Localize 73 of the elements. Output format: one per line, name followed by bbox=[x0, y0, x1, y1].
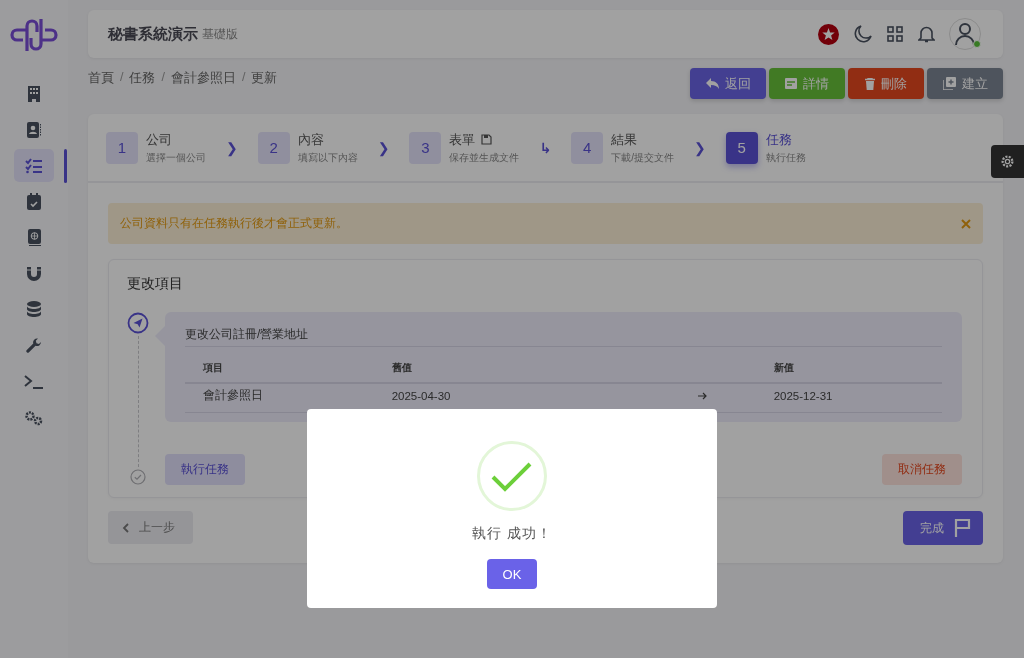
settings-button[interactable] bbox=[991, 145, 1024, 178]
edition-label: 基礎版 bbox=[202, 25, 238, 43]
ok-button[interactable]: OK bbox=[487, 559, 537, 589]
send-icon bbox=[127, 312, 149, 334]
calendar-check-icon bbox=[26, 193, 42, 210]
arrow-right-icon bbox=[697, 391, 708, 400]
magnet-icon bbox=[26, 265, 42, 282]
database-icon bbox=[26, 301, 42, 318]
logo-icon bbox=[10, 18, 58, 52]
sidebar-item[interactable] bbox=[14, 149, 54, 182]
breadcrumb-item[interactable]: 任務 bbox=[129, 70, 156, 87]
details-button[interactable]: 詳情 bbox=[769, 68, 845, 99]
success-check-icon bbox=[477, 441, 547, 511]
change-title: 更改公司註冊/營業地址 bbox=[185, 320, 942, 347]
create-button[interactable]: 建立 bbox=[927, 68, 1003, 99]
active-indicator bbox=[64, 149, 67, 183]
step-connector: ❯ bbox=[377, 139, 390, 156]
trash-icon bbox=[865, 77, 875, 90]
column-header: 新值 bbox=[755, 359, 942, 383]
save-icon bbox=[481, 134, 493, 145]
cancel-task-button[interactable]: 取消任務 bbox=[882, 454, 962, 485]
breadcrumb-separator: / bbox=[241, 70, 246, 86]
alert-text: 公司資料只有在任務執行後才會正式更新。 bbox=[120, 216, 348, 231]
delete-button[interactable]: 刪除 bbox=[848, 68, 924, 99]
passport-icon bbox=[26, 229, 42, 246]
add-copy-icon bbox=[942, 77, 956, 90]
document-icon bbox=[785, 78, 797, 89]
step-number[interactable]: 1 bbox=[106, 131, 138, 164]
breadcrumb-item[interactable]: 會計參照日 bbox=[170, 70, 236, 87]
step-title: 內容 bbox=[297, 130, 324, 149]
app-title: 秘書系統演示 bbox=[108, 24, 198, 44]
checklist-icon bbox=[25, 157, 43, 174]
wrench-icon bbox=[26, 337, 42, 354]
flag-outline-icon bbox=[954, 519, 971, 537]
section-title: 更改項目 bbox=[127, 274, 184, 293]
step-number[interactable]: 4 bbox=[571, 131, 604, 164]
step-number[interactable]: 5 bbox=[725, 131, 758, 164]
execute-task-button[interactable]: 執行任務 bbox=[165, 454, 245, 485]
step-subtitle: 執行任務 bbox=[765, 150, 806, 165]
step-connector: ❯ bbox=[226, 139, 238, 156]
back-button[interactable]: 返回 bbox=[690, 68, 766, 99]
step-connector: ↳ bbox=[539, 139, 552, 156]
step-subtitle: 填寫以下內容 bbox=[297, 150, 358, 165]
settings-icon bbox=[1000, 154, 1015, 169]
flag-icon[interactable] bbox=[818, 23, 839, 45]
breadcrumb-item: 更新 bbox=[251, 70, 278, 87]
step-subtitle: 保存並生成文件 bbox=[449, 150, 520, 165]
step-title: 公司 bbox=[146, 130, 172, 149]
bell-icon[interactable] bbox=[918, 25, 935, 43]
table-cell: 2025-12-31 bbox=[755, 383, 942, 413]
check-circle-icon bbox=[130, 469, 146, 485]
step-subtitle: 下載/提交文件 bbox=[611, 150, 674, 165]
grid-icon[interactable] bbox=[887, 26, 903, 42]
contact-card-icon bbox=[26, 121, 42, 138]
step-connector: ❯ bbox=[694, 139, 706, 156]
column-header: 項目 bbox=[185, 359, 374, 383]
step-title: 表單 bbox=[449, 130, 476, 149]
breadcrumb-item[interactable]: 首頁 bbox=[88, 70, 114, 87]
building-icon bbox=[27, 85, 41, 102]
moon-icon[interactable] bbox=[854, 25, 872, 43]
gears-icon bbox=[24, 409, 44, 426]
breadcrumb-separator: / bbox=[120, 70, 124, 86]
terminal-icon bbox=[24, 374, 44, 389]
step-title: 任務 bbox=[765, 130, 792, 149]
breadcrumb-separator: / bbox=[161, 70, 165, 86]
success-message: 執行 成功！ bbox=[472, 525, 552, 543]
finish-button[interactable]: 完成 bbox=[903, 511, 983, 545]
chevron-left-icon bbox=[122, 522, 129, 533]
reply-icon bbox=[705, 78, 719, 89]
step-number[interactable]: 2 bbox=[257, 131, 290, 164]
column-header: 舊值 bbox=[373, 359, 680, 383]
step-title: 結果 bbox=[611, 130, 638, 149]
step-number[interactable]: 3 bbox=[409, 131, 442, 164]
